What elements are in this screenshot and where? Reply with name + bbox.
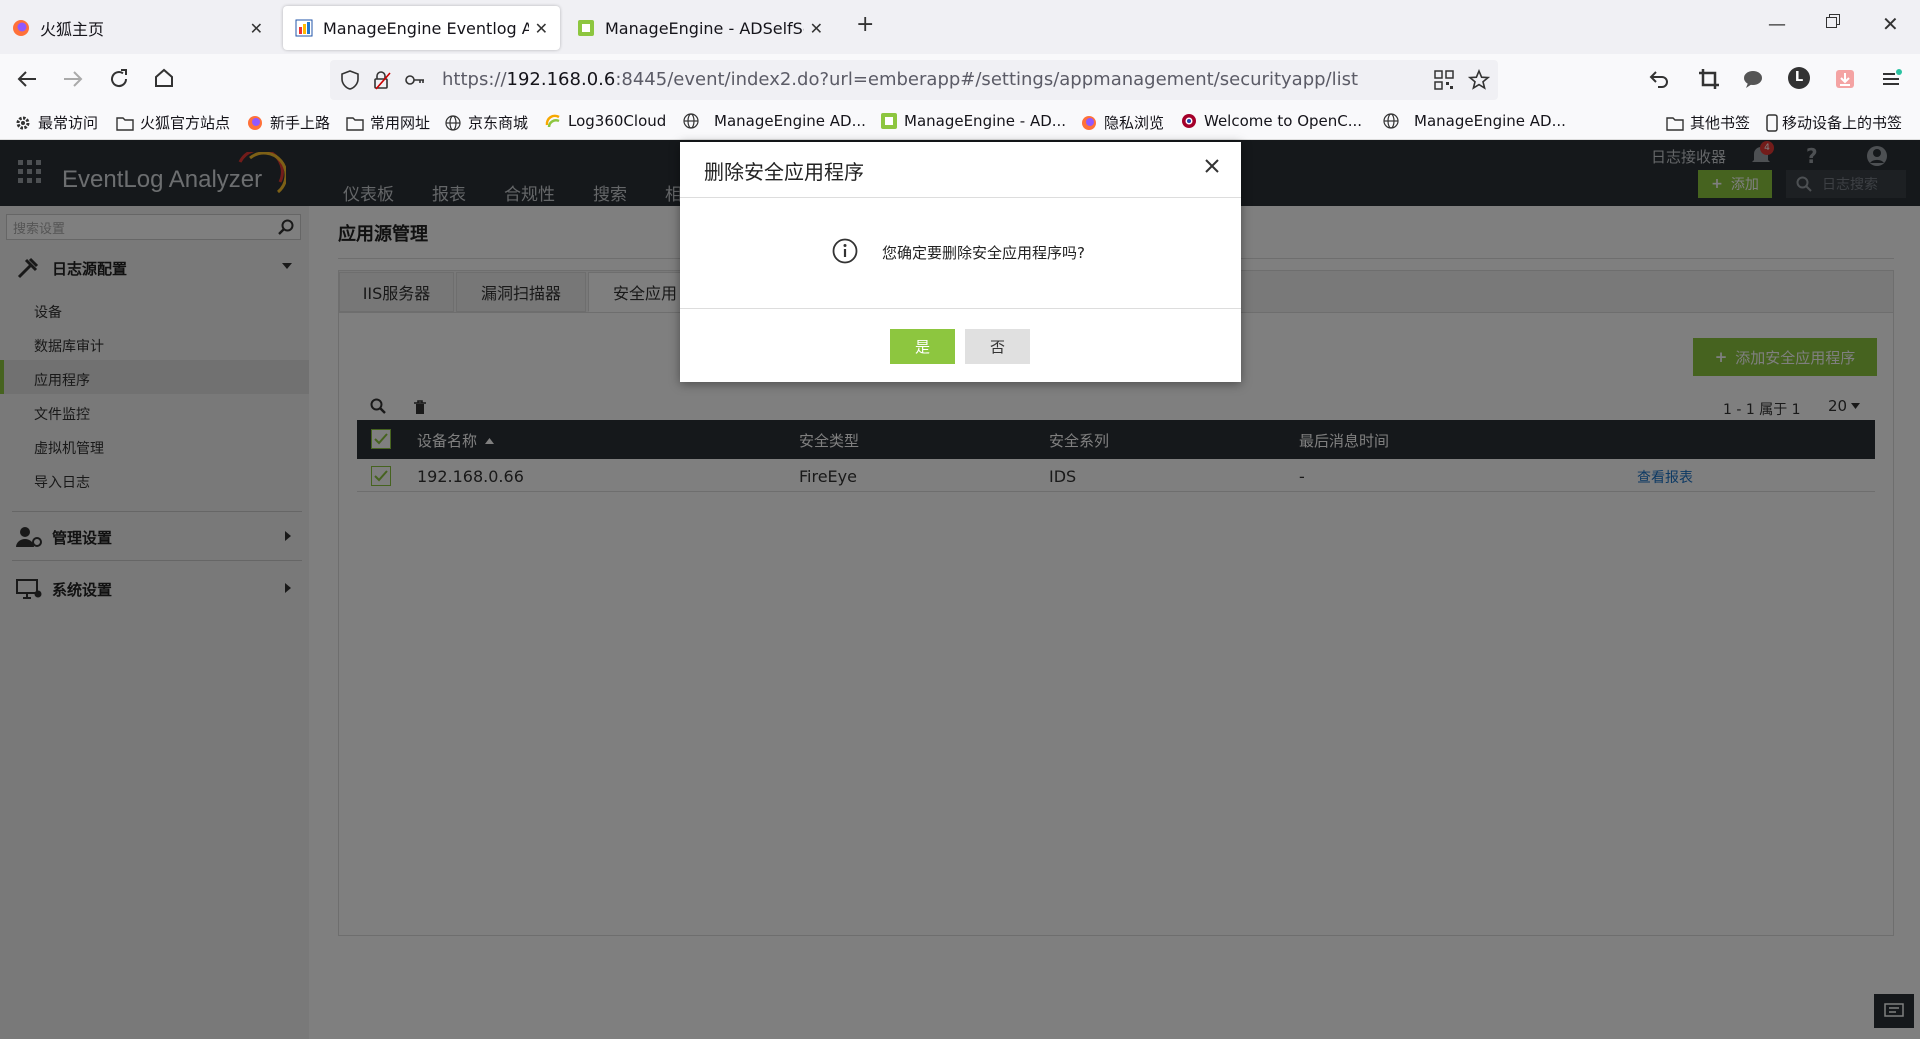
close-icon[interactable]: ✕	[810, 19, 823, 38]
gear-icon	[14, 114, 32, 132]
eventlog-favicon-icon	[295, 19, 313, 37]
bookmark-firefox-site[interactable]: 火狐官方站点	[116, 112, 230, 133]
bookmark-manageengine-2[interactable]: ManageEngine - AD...	[880, 112, 1066, 130]
star-icon[interactable]	[1468, 69, 1490, 91]
folder-icon	[1666, 114, 1684, 132]
globe-icon	[444, 114, 462, 132]
divider	[680, 308, 1241, 309]
minimize-icon[interactable]: —	[1768, 14, 1786, 35]
bookmark-manageengine-3[interactable]: ManageEngine AD...	[1382, 112, 1566, 130]
adselfservice-favicon-icon	[880, 112, 898, 130]
url-bar[interactable]: https://192.168.0.6:8445/event/index2.do…	[330, 60, 1498, 100]
bookmark-label: 常用网址	[370, 114, 431, 132]
firefox-icon	[12, 19, 30, 37]
info-icon	[832, 238, 858, 264]
bookmark-opencart[interactable]: Welcome to OpenC...	[1180, 112, 1362, 130]
tab-adselfservice[interactable]: ManageEngine - ADSelfServi ✕	[565, 6, 835, 50]
folder-icon	[346, 114, 364, 132]
bookmark-label: 新手上路	[270, 114, 331, 132]
browser-tab-bar: 火狐主页 ✕ ManageEngine Eventlog Anal ✕ Mana…	[0, 0, 1920, 54]
log360-icon	[544, 112, 562, 130]
bookmark-label: 最常访问	[38, 114, 99, 132]
tab-title: ManageEngine - ADSelfServi	[605, 18, 804, 38]
folder-icon	[116, 114, 134, 132]
url-text[interactable]: https://192.168.0.6:8445/event/index2.do…	[442, 69, 1358, 90]
dialog-title: 删除安全应用程序	[704, 160, 864, 184]
home-icon[interactable]	[153, 67, 175, 89]
dialog-message: 您确定要删除安全应用程序吗?	[882, 244, 1085, 262]
close-icon[interactable]	[1204, 158, 1220, 174]
divider	[680, 197, 1241, 198]
close-icon[interactable]: ✕	[250, 19, 263, 38]
lock-warning-icon[interactable]	[372, 70, 392, 90]
profile-avatar[interactable]: L	[1788, 67, 1810, 89]
bookmark-getting-started[interactable]: 新手上路	[246, 112, 330, 133]
shield-icon[interactable]	[340, 70, 360, 90]
bookmark-label: 隐私浏览	[1104, 114, 1165, 132]
globe-icon	[1382, 112, 1400, 130]
mobile-device-icon	[1766, 113, 1778, 132]
url-prefix: https://	[442, 69, 507, 90]
qr-code-icon[interactable]	[1434, 70, 1454, 90]
firefox-icon	[1080, 114, 1098, 132]
undo-icon[interactable]	[1648, 68, 1670, 90]
tab-eventlog[interactable]: ManageEngine Eventlog Anal ✕	[283, 6, 560, 50]
bookmark-mobile[interactable]: 移动设备上的书签	[1766, 112, 1902, 133]
bookmark-jd[interactable]: 京东商城	[444, 112, 528, 133]
back-icon[interactable]	[16, 68, 38, 90]
bookmark-label: ManageEngine AD...	[714, 112, 866, 130]
opencart-icon	[1180, 112, 1198, 130]
new-tab-plus-icon[interactable]: +	[856, 12, 874, 37]
bookmark-label: 移动设备上的书签	[1782, 114, 1903, 132]
menu-icon[interactable]	[1880, 68, 1902, 90]
window-close-icon[interactable]: ✕	[1882, 12, 1899, 36]
bookmark-private-browsing[interactable]: 隐私浏览	[1080, 112, 1164, 133]
bookmark-label: ManageEngine AD...	[1414, 112, 1566, 130]
bookmark-label: Welcome to OpenC...	[1204, 112, 1363, 130]
bookmarks-bar: 最常访问 火狐官方站点 新手上路 常用网址 京东商城 Log360Cloud M…	[0, 108, 1920, 140]
bookmark-label: ManageEngine - AD...	[904, 112, 1067, 130]
globe-icon	[682, 112, 700, 130]
download-icon[interactable]	[1834, 68, 1856, 90]
tab-firefox-home[interactable]: 火狐主页 ✕	[0, 6, 275, 50]
restore-icon[interactable]	[1826, 14, 1840, 28]
bookmark-other[interactable]: 其他书签	[1666, 112, 1750, 133]
bookmark-manageengine-1[interactable]: ManageEngine AD...	[682, 112, 866, 130]
url-host: 192.168.0.6	[506, 69, 616, 90]
reload-icon[interactable]	[108, 68, 130, 90]
delete-confirm-dialog: 删除安全应用程序 您确定要删除安全应用程序吗? 是 否	[680, 142, 1241, 382]
key-icon[interactable]	[404, 70, 426, 90]
bookmark-label: Log360Cloud	[568, 112, 667, 130]
confirm-yes-button[interactable]: 是	[890, 329, 955, 364]
forward-icon[interactable]	[62, 68, 84, 90]
crop-icon[interactable]	[1698, 68, 1720, 90]
adselfservice-favicon-icon	[577, 19, 595, 37]
url-path: :8445/event/index2.do?url=emberapp#/sett…	[615, 69, 1359, 90]
bookmark-log360cloud[interactable]: Log360Cloud	[544, 112, 666, 130]
firefox-icon	[246, 114, 264, 132]
bookmark-most-visited[interactable]: 最常访问	[14, 112, 98, 133]
close-icon[interactable]: ✕	[535, 19, 548, 38]
tab-title: ManageEngine Eventlog Anal	[323, 18, 529, 38]
bookmark-label: 其他书签	[1690, 114, 1751, 132]
bookmark-label: 火狐官方站点	[140, 114, 231, 132]
confirm-no-button[interactable]: 否	[965, 329, 1030, 364]
chat-icon[interactable]	[1742, 68, 1764, 90]
bookmark-label: 京东商城	[468, 114, 529, 132]
bookmark-common-urls[interactable]: 常用网址	[346, 112, 430, 133]
tab-title: 火狐主页	[40, 20, 105, 39]
